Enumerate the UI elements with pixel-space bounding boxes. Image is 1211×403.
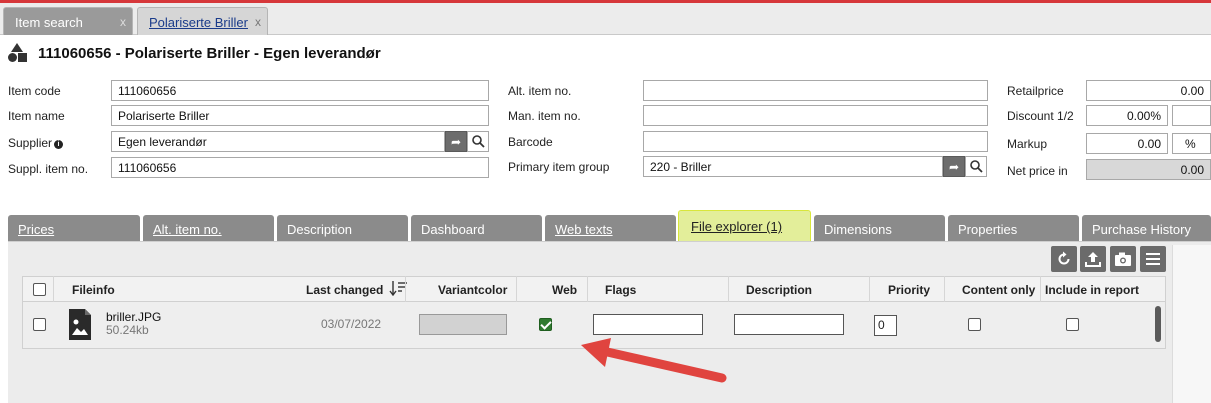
- col-fileinfo[interactable]: Fileinfo: [72, 283, 115, 297]
- tab-web-texts[interactable]: Web texts: [545, 215, 676, 241]
- tab-file-explorer-label: File explorer (1): [691, 219, 783, 234]
- discount-label: Discount 1/2: [1007, 109, 1074, 123]
- refresh-icon[interactable]: [1051, 246, 1077, 272]
- include-in-report-checkbox[interactable]: [1066, 318, 1079, 331]
- col-flags[interactable]: Flags: [605, 283, 636, 297]
- last-changed-value: 03/07/2022: [321, 317, 382, 331]
- markup-label: Markup: [1007, 137, 1048, 151]
- page-title-row: 111060656 - Polariserte Briller - Egen l…: [7, 42, 381, 64]
- tab-purchase-history-label: Purchase History: [1092, 222, 1191, 237]
- tab-description-label: Description: [287, 222, 353, 237]
- tab-alt-item-no-label: Alt. item no.: [153, 222, 222, 237]
- col-web[interactable]: Web: [552, 283, 577, 297]
- man-item-no-field[interactable]: [643, 105, 988, 126]
- variantcolor-select[interactable]: [419, 314, 507, 335]
- search-icon[interactable]: [965, 156, 987, 177]
- supplier-label: Supplier i: [8, 136, 64, 150]
- supplier-label-text: Supplier: [8, 136, 53, 150]
- tab-item-search[interactable]: Item search x: [3, 7, 133, 35]
- panel-side-scroll[interactable]: [1172, 245, 1211, 403]
- tab-dimensions[interactable]: Dimensions: [814, 215, 945, 241]
- tab-prices-label: Prices: [18, 222, 55, 237]
- image-file-icon: [67, 308, 93, 341]
- markup-unit-select[interactable]: %: [1172, 133, 1211, 154]
- tab-properties-label: Properties: [958, 222, 1018, 237]
- close-icon[interactable]: x: [255, 15, 261, 29]
- item-name-label: Item name: [8, 109, 65, 123]
- close-icon[interactable]: x: [120, 15, 126, 29]
- retailprice-label: Retailprice: [1007, 84, 1064, 98]
- item-shapes-icon: [7, 43, 29, 63]
- discount-2-field[interactable]: [1172, 105, 1211, 126]
- document-tab-strip: Item search x Polariserte Briller x: [0, 3, 1211, 35]
- item-code-label: Item code: [8, 84, 61, 98]
- col-variantcolor[interactable]: Variantcolor: [438, 283, 507, 297]
- annotation-arrow-icon: [581, 338, 727, 383]
- col-priority[interactable]: Priority: [888, 283, 930, 297]
- man-item-no-label: Man. item no.: [508, 109, 581, 123]
- file-size: 50.24kb: [106, 323, 149, 337]
- primary-item-group-label: Primary item group: [508, 160, 610, 174]
- alt-item-no-label: Alt. item no.: [508, 84, 572, 98]
- col-include-in-report[interactable]: Include in report: [1045, 283, 1139, 297]
- page-title: 111060656 - Polariserte Briller - Egen l…: [38, 44, 381, 62]
- tab-dashboard-label: Dashboard: [421, 222, 485, 237]
- priority-input[interactable]: 0: [874, 315, 897, 336]
- item-code-field[interactable]: 111060656: [111, 80, 489, 101]
- content-only-checkbox[interactable]: [968, 318, 981, 331]
- tab-file-explorer[interactable]: File explorer (1): [678, 210, 811, 243]
- net-price-in-label: Net price in: [1007, 164, 1068, 178]
- discount-1-field[interactable]: 0.00%: [1086, 105, 1168, 126]
- col-description[interactable]: Description: [746, 283, 812, 297]
- barcode-field[interactable]: [643, 131, 988, 152]
- tab-description[interactable]: Description: [277, 215, 408, 241]
- retailprice-field[interactable]: 0.00: [1086, 80, 1211, 101]
- tab-prices[interactable]: Prices: [8, 215, 140, 241]
- sort-desc-icon[interactable]: [389, 280, 409, 299]
- tab-polariserte-briller-label: Polariserte Briller: [149, 15, 248, 30]
- barcode-label: Barcode: [508, 135, 553, 149]
- file-name[interactable]: briller.JPG: [106, 310, 161, 324]
- camera-icon[interactable]: [1110, 246, 1136, 272]
- markup-field[interactable]: 0.00: [1086, 133, 1168, 154]
- menu-icon[interactable]: [1140, 246, 1166, 272]
- flags-input[interactable]: [593, 314, 703, 335]
- tab-dimensions-label: Dimensions: [824, 222, 892, 237]
- item-name-field[interactable]: Polariserte Briller: [111, 105, 489, 126]
- description-input[interactable]: [734, 314, 844, 335]
- col-last-changed[interactable]: Last changed: [306, 283, 383, 297]
- tab-dashboard[interactable]: Dashboard: [411, 215, 542, 241]
- tab-item-search-label: Item search: [15, 15, 83, 30]
- info-icon[interactable]: i: [54, 140, 64, 149]
- tab-web-texts-label: Web texts: [555, 222, 613, 237]
- row-select-checkbox[interactable]: [33, 318, 46, 331]
- alt-item-no-field[interactable]: [643, 80, 988, 101]
- col-content-only[interactable]: Content only: [962, 283, 1035, 297]
- tab-polariserte-briller[interactable]: Polariserte Briller x: [137, 7, 268, 35]
- goto-arrow-icon[interactable]: ➦: [943, 156, 965, 177]
- upload-icon[interactable]: [1080, 246, 1106, 272]
- tab-alt-item-no[interactable]: Alt. item no.: [143, 215, 274, 241]
- goto-arrow-icon[interactable]: ➦: [445, 131, 467, 152]
- select-all-checkbox[interactable]: [33, 283, 46, 296]
- file-grid-header: Fileinfo Last changed Variantcolor Web F…: [22, 276, 1166, 302]
- search-icon[interactable]: [467, 131, 489, 152]
- suppl-item-no-field[interactable]: 111060656: [111, 157, 489, 178]
- net-price-in-field: 0.00: [1086, 159, 1211, 180]
- suppl-item-no-label: Suppl. item no.: [8, 162, 89, 176]
- web-checkbox[interactable]: [539, 318, 552, 331]
- primary-item-group-field[interactable]: 220 - Briller: [643, 156, 943, 177]
- supplier-field[interactable]: Egen leverandør: [111, 131, 445, 152]
- tab-properties[interactable]: Properties: [948, 215, 1079, 241]
- tab-purchase-history[interactable]: Purchase History: [1082, 215, 1211, 241]
- grid-scroll-thumb[interactable]: [1155, 306, 1161, 342]
